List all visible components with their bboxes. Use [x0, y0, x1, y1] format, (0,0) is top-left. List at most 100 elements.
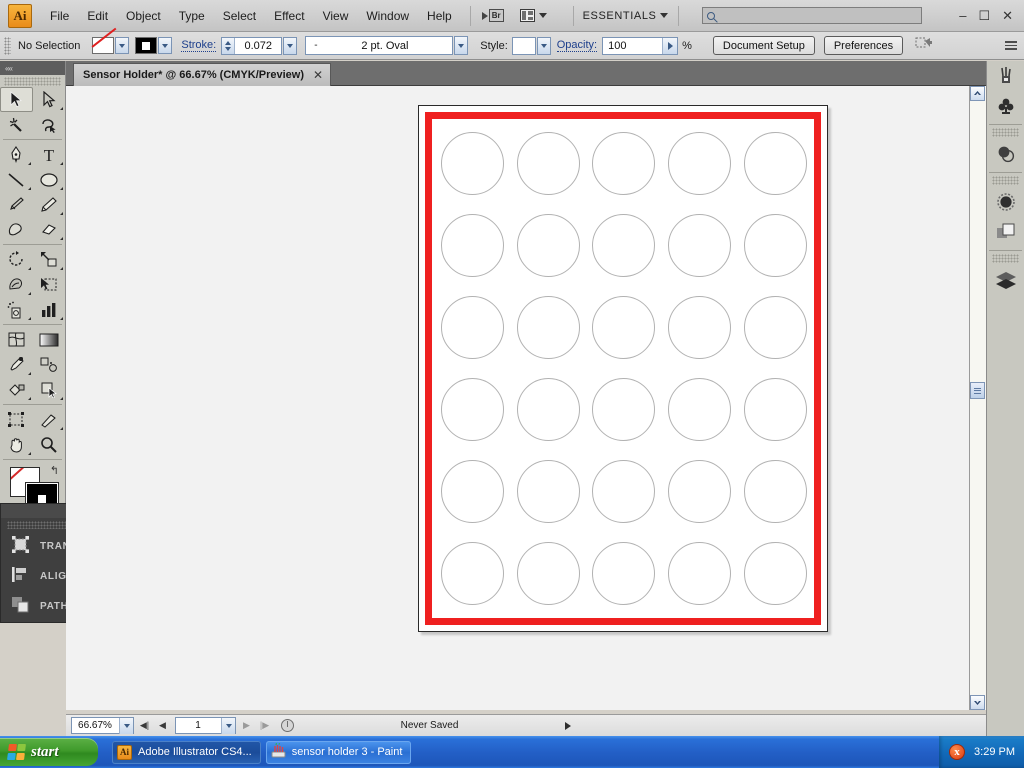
menu-select[interactable]: Select [214, 6, 265, 26]
circle-shape[interactable] [441, 296, 505, 360]
circle-shape[interactable] [668, 541, 732, 605]
circle-shape[interactable] [592, 214, 656, 278]
circle-shape[interactable] [743, 214, 807, 278]
dock-grip[interactable] [992, 176, 1019, 185]
circle-shape[interactable] [441, 214, 505, 278]
dock-grip[interactable] [992, 254, 1019, 263]
circle-shape[interactable] [592, 541, 656, 605]
circle-shape[interactable] [743, 296, 807, 360]
fill-dropdown-button[interactable] [115, 37, 130, 54]
tool-flyout-indicator[interactable] [27, 317, 31, 320]
eyedropper-tool[interactable] [0, 352, 33, 377]
tool-flyout-indicator[interactable] [27, 187, 31, 190]
circle-shape[interactable] [668, 132, 732, 196]
layers-panel-icon[interactable] [987, 265, 1024, 295]
fill-color-control[interactable] [92, 37, 130, 54]
tool-flyout-indicator[interactable] [60, 187, 63, 190]
live-paint-bucket-tool[interactable] [0, 377, 33, 402]
minimize-button[interactable]: – [959, 9, 966, 22]
magic-wand-tool[interactable] [0, 112, 33, 137]
gradient-tool[interactable] [33, 327, 66, 352]
first-artboard-button[interactable]: ◀| [137, 720, 152, 731]
scroll-up-button[interactable] [970, 86, 985, 101]
circle-shape[interactable] [668, 459, 732, 523]
ellipse-tool[interactable] [33, 167, 66, 192]
circle-shape[interactable] [441, 459, 505, 523]
lasso-tool[interactable] [33, 112, 66, 137]
circle-shape[interactable] [441, 541, 505, 605]
blend-tool[interactable] [33, 352, 66, 377]
next-artboard-button[interactable]: ▶ [239, 720, 254, 731]
close-icon[interactable]: ✕ [313, 68, 323, 82]
pen-tool[interactable] [0, 142, 33, 167]
tool-flyout-indicator[interactable] [27, 292, 31, 295]
warp-tool[interactable] [0, 272, 33, 297]
circle-shape[interactable] [592, 132, 656, 196]
stroke-weight-value[interactable]: 0.072 [235, 40, 281, 52]
dock-grip[interactable] [992, 128, 1019, 137]
taskbar-item-paint[interactable]: sensor holder 3 - Paint [265, 740, 412, 764]
stroke-dropdown-button[interactable] [158, 37, 173, 54]
slice-tool[interactable] [33, 407, 66, 432]
artboard[interactable] [418, 105, 828, 632]
zoom-tool[interactable] [33, 432, 66, 457]
status-info-group[interactable]: Never Saved [281, 719, 571, 732]
symbols-panel-icon[interactable] [987, 91, 1024, 121]
stroke-weight-label[interactable]: Stroke: [181, 39, 217, 52]
circle-shape[interactable] [441, 132, 505, 196]
brushes-panel-icon[interactable] [987, 61, 1024, 91]
opacity-value[interactable]: 100 [603, 40, 662, 52]
circle-shape[interactable] [516, 214, 580, 278]
tool-flyout-indicator[interactable] [27, 397, 31, 400]
opacity-field[interactable]: 100 [602, 36, 679, 55]
tool-flyout-indicator[interactable] [60, 162, 63, 165]
zoom-level-field[interactable]: 66.67% [71, 717, 134, 734]
tools-panel-grip[interactable] [4, 77, 61, 86]
workspace-switcher[interactable]: ESSENTIALS [583, 10, 669, 22]
graphic-style-swatch[interactable] [511, 36, 536, 55]
maximize-button[interactable]: ☐ [978, 9, 990, 22]
opacity-label[interactable]: Opacity: [556, 39, 598, 52]
zoom-dropdown-button[interactable] [119, 717, 133, 734]
fill-swatch[interactable] [92, 37, 115, 54]
pencil-tool[interactable] [33, 192, 66, 217]
stroke-color-control[interactable] [135, 37, 173, 54]
brush-definition-dropdown[interactable] [454, 36, 469, 55]
arrange-documents-button[interactable] [519, 9, 547, 22]
control-panel-menu-button[interactable] [1005, 41, 1017, 50]
stroke-weight-dropdown[interactable] [283, 36, 298, 55]
collapse-icon[interactable]: «« [5, 64, 13, 73]
circle-shape[interactable] [516, 377, 580, 441]
taskbar-item-illustrator[interactable]: Ai Adobe Illustrator CS4... [112, 740, 261, 764]
menu-window[interactable]: Window [357, 6, 418, 26]
swap-fill-stroke-icon[interactable]: ↰ [50, 464, 59, 477]
menu-object[interactable]: Object [117, 6, 170, 26]
tool-flyout-indicator[interactable] [60, 397, 63, 400]
start-button[interactable]: start [0, 738, 98, 766]
selection-tool[interactable] [0, 87, 33, 112]
zoom-level-value[interactable]: 66.67% [72, 720, 118, 731]
menu-file[interactable]: File [41, 6, 78, 26]
line-segment-tool[interactable] [0, 167, 33, 192]
direct-selection-tool[interactable] [33, 87, 66, 112]
menu-help[interactable]: Help [418, 6, 461, 26]
circle-shape[interactable] [592, 296, 656, 360]
status-menu-icon[interactable] [565, 721, 571, 730]
circle-shape[interactable] [516, 296, 580, 360]
circle-shape[interactable] [592, 377, 656, 441]
preferences-button[interactable]: Preferences [823, 36, 904, 55]
control-bar-grip[interactable] [4, 36, 11, 55]
mesh-tool[interactable] [0, 327, 33, 352]
graphic-style-dropdown[interactable] [536, 36, 551, 55]
last-artboard-button[interactable]: |▶ [257, 720, 272, 731]
scroll-down-button[interactable] [970, 695, 985, 710]
clock-label[interactable]: 3:29 PM [974, 746, 1015, 758]
column-graph-tool[interactable] [33, 297, 66, 322]
type-tool[interactable]: T [33, 142, 66, 167]
tool-flyout-indicator[interactable] [60, 427, 63, 430]
document-tab[interactable]: Sensor Holder* @ 66.67% (CMYK/Preview) ✕ [73, 63, 332, 86]
menu-view[interactable]: View [314, 6, 358, 26]
free-transform-tool[interactable] [33, 272, 66, 297]
search-input[interactable] [702, 7, 923, 24]
tool-flyout-indicator[interactable] [27, 267, 31, 270]
